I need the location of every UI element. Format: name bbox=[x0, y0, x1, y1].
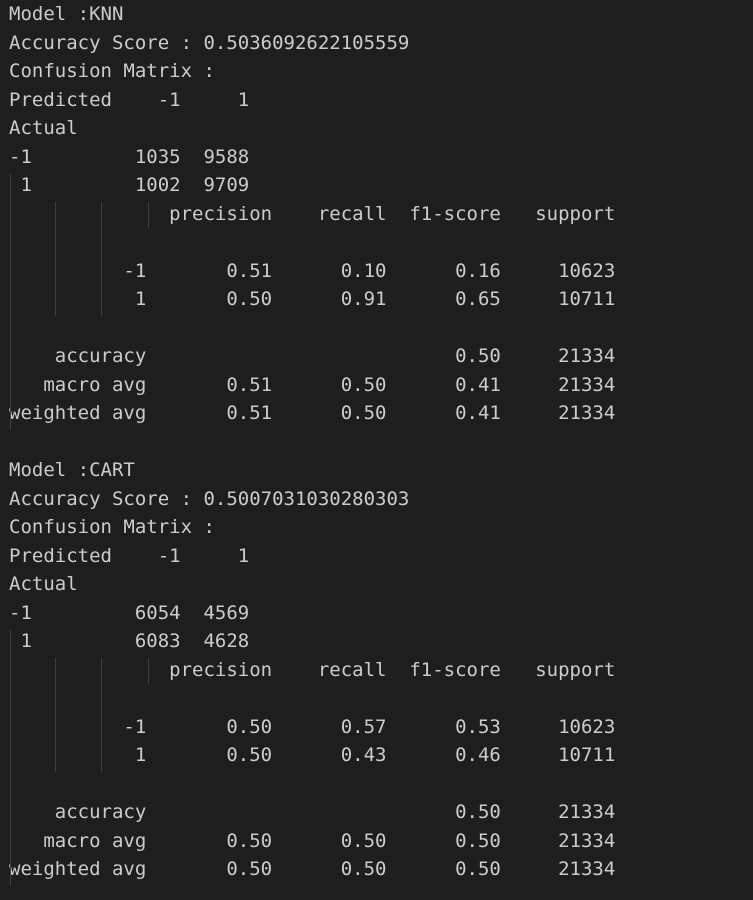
knn-matrix-row-neg: -1 1035 9588 bbox=[9, 146, 250, 168]
indent-guide bbox=[148, 658, 149, 684]
knn-confusion-matrix-label: Confusion Matrix : bbox=[9, 60, 215, 82]
model-cart-title: Model :CART bbox=[9, 459, 135, 481]
knn-report-accuracy: accuracy 0.50 21334 bbox=[9, 345, 616, 367]
cart-matrix-row-pos: 1 6083 4628 bbox=[9, 630, 250, 652]
knn-report-weighted-avg: weighted avg 0.51 0.50 0.41 21334 bbox=[9, 402, 616, 424]
indent-guide bbox=[148, 202, 149, 228]
knn-accuracy-score: Accuracy Score : 0.5036092622105559 bbox=[9, 32, 410, 54]
knn-matrix-predicted-row: Predicted -1 1 bbox=[9, 89, 250, 111]
knn-report-row-neg: -1 0.51 0.10 0.16 10623 bbox=[9, 260, 616, 282]
cart-report-weighted-avg: weighted avg 0.50 0.50 0.50 21334 bbox=[9, 858, 616, 880]
knn-report-row-pos: 1 0.50 0.91 0.65 10711 bbox=[9, 288, 616, 310]
indent-guide bbox=[10, 174, 11, 430]
cart-matrix-actual-label: Actual bbox=[9, 573, 78, 595]
cart-accuracy-score: Accuracy Score : 0.5007031030280303 bbox=[9, 488, 410, 510]
cart-report-row-pos: 1 0.50 0.43 0.46 10711 bbox=[9, 744, 616, 766]
knn-report-macro-avg: macro avg 0.51 0.50 0.41 21334 bbox=[9, 374, 616, 396]
knn-matrix-actual-label: Actual bbox=[9, 117, 78, 139]
indent-guide bbox=[55, 658, 56, 772]
knn-matrix-row-pos: 1 1002 9709 bbox=[9, 174, 250, 196]
cart-matrix-predicted-row: Predicted -1 1 bbox=[9, 545, 250, 567]
terminal-output[interactable]: Model :KNN Accuracy Score : 0.5036092622… bbox=[0, 0, 753, 900]
cart-matrix-row-neg: -1 6054 4569 bbox=[9, 602, 250, 624]
indent-guide bbox=[101, 202, 102, 316]
cart-report-row-neg: -1 0.50 0.57 0.53 10623 bbox=[9, 716, 616, 738]
cart-report-accuracy: accuracy 0.50 21334 bbox=[9, 801, 616, 823]
model-knn-title: Model :KNN bbox=[9, 3, 124, 25]
cart-report-header: precision recall f1-score support bbox=[9, 659, 616, 681]
cart-report-macro-avg: macro avg 0.50 0.50 0.50 21334 bbox=[9, 830, 616, 852]
indent-guide bbox=[55, 202, 56, 316]
indent-guide bbox=[10, 630, 11, 886]
indent-guide bbox=[101, 658, 102, 772]
cart-confusion-matrix-label: Confusion Matrix : bbox=[9, 516, 215, 538]
knn-report-header: precision recall f1-score support bbox=[9, 203, 616, 225]
